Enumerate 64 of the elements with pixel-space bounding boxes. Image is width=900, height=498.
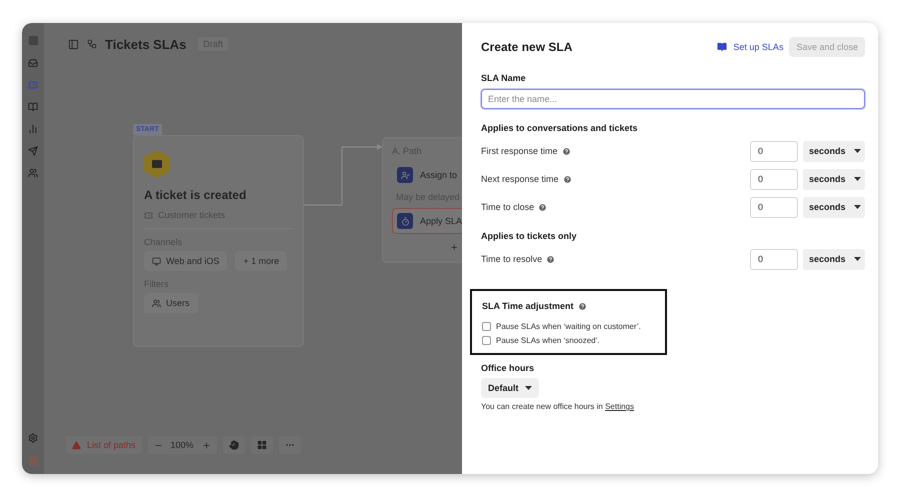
ticket-icon[interactable] bbox=[28, 80, 38, 90]
duration-input[interactable]: 0 bbox=[750, 248, 798, 270]
caret-icon bbox=[854, 177, 861, 181]
office-hours-note: You can create new office hours in Settings bbox=[481, 402, 635, 411]
grid-icon bbox=[256, 440, 267, 450]
zoom-level: 100% bbox=[170, 440, 194, 450]
hand-icon bbox=[228, 440, 239, 450]
ticket-icon bbox=[144, 210, 153, 220]
bar-chart-icon[interactable] bbox=[28, 124, 38, 134]
set-up-slas-link[interactable]: Set up SLAs bbox=[733, 42, 784, 52]
zoom-in-icon[interactable] bbox=[202, 440, 211, 450]
row-label: Time to close bbox=[481, 202, 534, 212]
caret-icon bbox=[854, 149, 861, 153]
caret-icon bbox=[854, 257, 861, 261]
workflow-icon bbox=[87, 39, 97, 49]
row-label: First response time bbox=[481, 146, 558, 156]
paper-plane-icon[interactable] bbox=[28, 146, 38, 156]
ticket-hexagon-icon bbox=[144, 150, 170, 178]
help-icon[interactable] bbox=[546, 254, 556, 264]
settings-icon[interactable] bbox=[28, 433, 38, 443]
unit-select[interactable]: seconds bbox=[803, 248, 865, 270]
hand-tool-button[interactable] bbox=[222, 436, 245, 454]
caret-icon bbox=[854, 205, 861, 209]
people-icon[interactable] bbox=[28, 168, 38, 178]
section-title: Applies to tickets only bbox=[481, 231, 578, 241]
adjustment-title: SLA Time adjustment bbox=[482, 301, 574, 311]
checkbox[interactable] bbox=[482, 322, 491, 331]
unit-select[interactable]: seconds bbox=[803, 140, 865, 162]
unit-select[interactable]: seconds bbox=[803, 168, 865, 190]
book-icon bbox=[717, 42, 728, 52]
logo-icon bbox=[28, 35, 38, 46]
sidebar-toggle-icon[interactable] bbox=[68, 38, 79, 50]
more-button[interactable] bbox=[278, 436, 301, 454]
timer-icon bbox=[400, 216, 410, 226]
inbox-icon[interactable] bbox=[28, 58, 38, 68]
trigger-title: A ticket is created bbox=[144, 188, 248, 202]
warning-icon bbox=[72, 440, 81, 450]
office-hours-select[interactable]: Default bbox=[481, 378, 539, 398]
option-label: Pause SLAs when ‘snoozed’. bbox=[496, 336, 600, 345]
caret-icon bbox=[524, 386, 532, 390]
grid-button[interactable] bbox=[250, 436, 273, 454]
help-icon[interactable] bbox=[562, 146, 571, 156]
row-label: Next response time bbox=[481, 174, 559, 184]
help-icon[interactable] bbox=[562, 174, 572, 184]
option-label: Pause SLAs when ‘waiting on customer’. bbox=[496, 322, 641, 331]
section-title: Applies to conversations and tickets bbox=[481, 123, 639, 133]
duration-input[interactable]: 0 bbox=[750, 140, 798, 162]
assign-icon bbox=[400, 170, 410, 180]
devices-icon bbox=[152, 256, 161, 266]
book-icon[interactable] bbox=[28, 102, 38, 112]
checkbox[interactable] bbox=[482, 336, 491, 345]
office-hours-label: Office hours bbox=[481, 363, 536, 373]
field-label: SLA Name bbox=[481, 73, 527, 83]
settings-link[interactable]: Settings bbox=[605, 402, 634, 411]
sla-name-input[interactable]: Enter the name... bbox=[481, 89, 865, 109]
row-label: Time to resolve bbox=[481, 254, 542, 264]
people-icon bbox=[152, 298, 161, 308]
duration-input[interactable]: 0 bbox=[750, 196, 798, 218]
help-icon[interactable] bbox=[538, 202, 548, 212]
page-title: Tickets SLAs bbox=[105, 36, 186, 52]
unit-select[interactable]: seconds bbox=[803, 196, 865, 218]
help-icon[interactable] bbox=[578, 302, 587, 310]
duration-input[interactable]: 0 bbox=[750, 168, 798, 190]
panel-title: Create new SLA bbox=[481, 40, 572, 54]
